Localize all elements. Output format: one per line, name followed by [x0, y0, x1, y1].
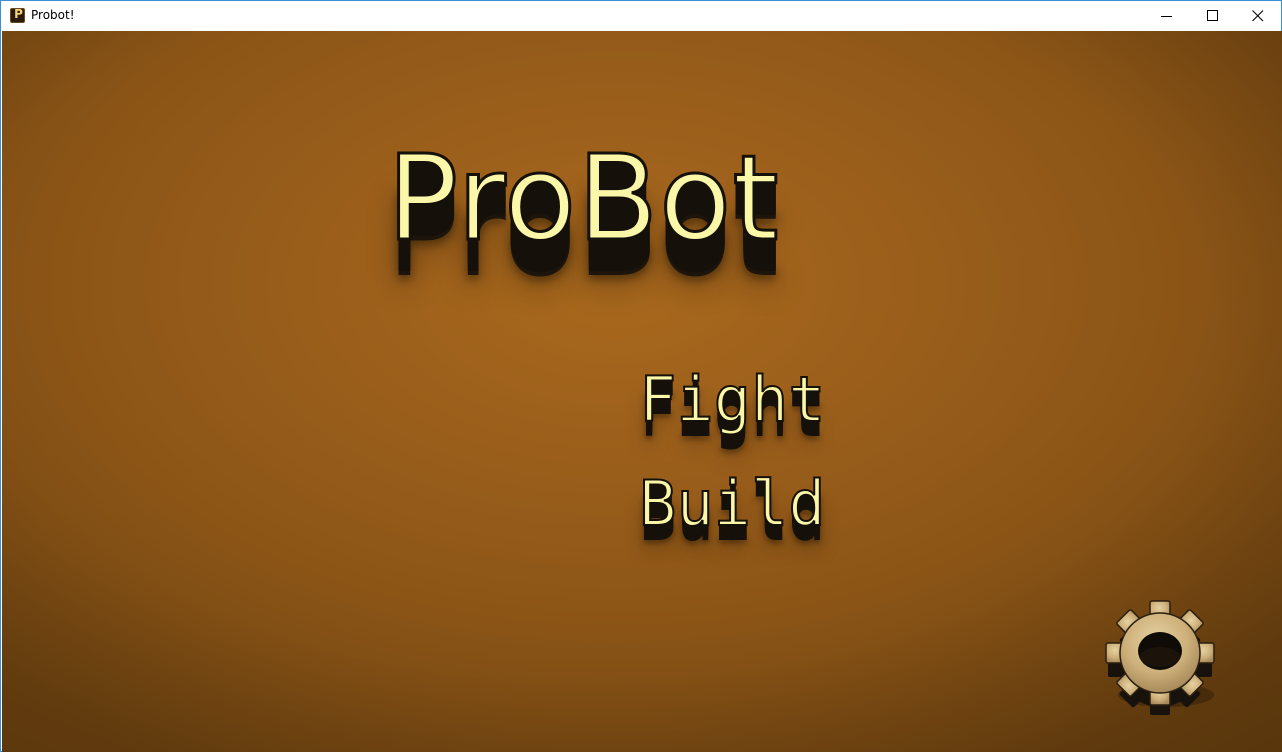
window-title: Probot! [31, 8, 75, 22]
app-icon[interactable]: P [10, 7, 25, 23]
close-icon [1252, 10, 1264, 22]
fight-button[interactable]: Fight [638, 362, 827, 437]
settings-button[interactable] [1100, 591, 1224, 715]
build-button[interactable]: Build [638, 466, 827, 541]
maximize-button[interactable] [1190, 1, 1236, 31]
title-bar[interactable]: P Probot! [1, 1, 1281, 31]
minimize-button[interactable] [1144, 1, 1190, 31]
minimize-icon [1161, 16, 1172, 17]
gear-icon [1105, 600, 1215, 715]
app-icon-letter: P [14, 7, 23, 21]
game-logo: ProBot [386, 128, 781, 269]
maximize-icon [1207, 10, 1218, 21]
app-window: P Probot! ProBot Fight Build [0, 0, 1282, 752]
close-button[interactable] [1235, 1, 1281, 31]
game-canvas[interactable]: ProBot Fight Build [2, 31, 1282, 752]
